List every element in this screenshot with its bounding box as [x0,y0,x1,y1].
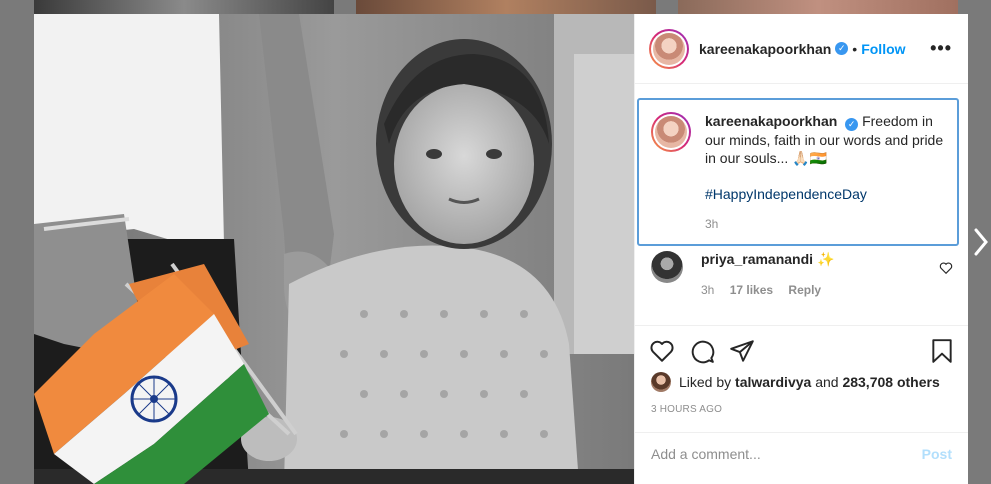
verified-badge-icon: ✓ [835,42,849,55]
bookmark-icon[interactable] [929,338,955,364]
likes-count[interactable]: 283,708 others [842,374,939,390]
caption-username[interactable]: kareenakapoorkhan [705,113,837,129]
follow-button[interactable]: Follow [861,41,905,57]
caption-time[interactable]: 3h [705,215,945,233]
post-modal: kareenakapoorkhan ✓ • Follow ••• kareena… [34,14,968,484]
post-sidebar: kareenakapoorkhan ✓ • Follow ••• kareena… [634,14,968,484]
caption-avatar[interactable] [651,112,691,152]
share-icon[interactable] [729,338,755,364]
divider [635,432,968,433]
comment-time[interactable]: 3h [701,283,714,297]
post-caption: kareenakapoorkhan ✓ Freedom in our minds… [637,98,959,246]
chevron-right-icon[interactable] [974,228,988,256]
background-thumbnail [356,0,656,14]
more-options-icon[interactable]: ••• [930,38,952,59]
verified-badge-icon: ✓ [845,118,859,131]
post-photo [34,14,634,484]
avatar[interactable] [649,28,689,69]
comment-text: ✨ [816,251,835,267]
comment-reply-button[interactable]: Reply [788,283,821,297]
comment-body: priya_ramanandi ✨ 3h 17 likes Reply [701,251,834,297]
separator-dot: • [852,40,858,57]
caption-hashtag[interactable]: #HappyIndependenceDay [705,185,945,203]
post-comment-button[interactable]: Post [922,446,952,462]
add-comment-bar: Post [651,446,952,462]
comment-heart-icon[interactable] [939,261,953,275]
divider [635,325,968,326]
comment-icon[interactable] [689,338,715,364]
background-thumbnail [34,0,334,14]
comment-meta: 3h 17 likes Reply [701,283,834,297]
liker-avatar[interactable] [651,372,671,392]
comment-likes[interactable]: 17 likes [730,283,773,297]
header-username[interactable]: kareenakapoorkhan [699,41,831,57]
comment-avatar[interactable] [651,251,683,283]
add-comment-input[interactable] [651,446,891,462]
likes-middle: and [811,374,843,390]
post-timestamp[interactable]: 3 HOURS AGO [651,404,722,415]
post-header: kareenakapoorkhan ✓ • Follow ••• [635,14,968,84]
caption-body: kareenakapoorkhan ✓ Freedom in our minds… [705,112,945,244]
heart-icon[interactable] [649,338,675,364]
liker-username[interactable]: talwardivya [735,374,811,390]
action-bar [649,338,955,364]
comment-item: priya_ramanandi ✨ 3h 17 likes Reply [651,251,961,297]
background-thumbnail [678,0,958,14]
likes-prefix: Liked by [679,374,736,390]
likes-summary: Liked by talwardivya and 283,708 others [651,372,940,392]
comment-username[interactable]: priya_ramanandi [701,251,813,267]
post-image [34,14,634,484]
